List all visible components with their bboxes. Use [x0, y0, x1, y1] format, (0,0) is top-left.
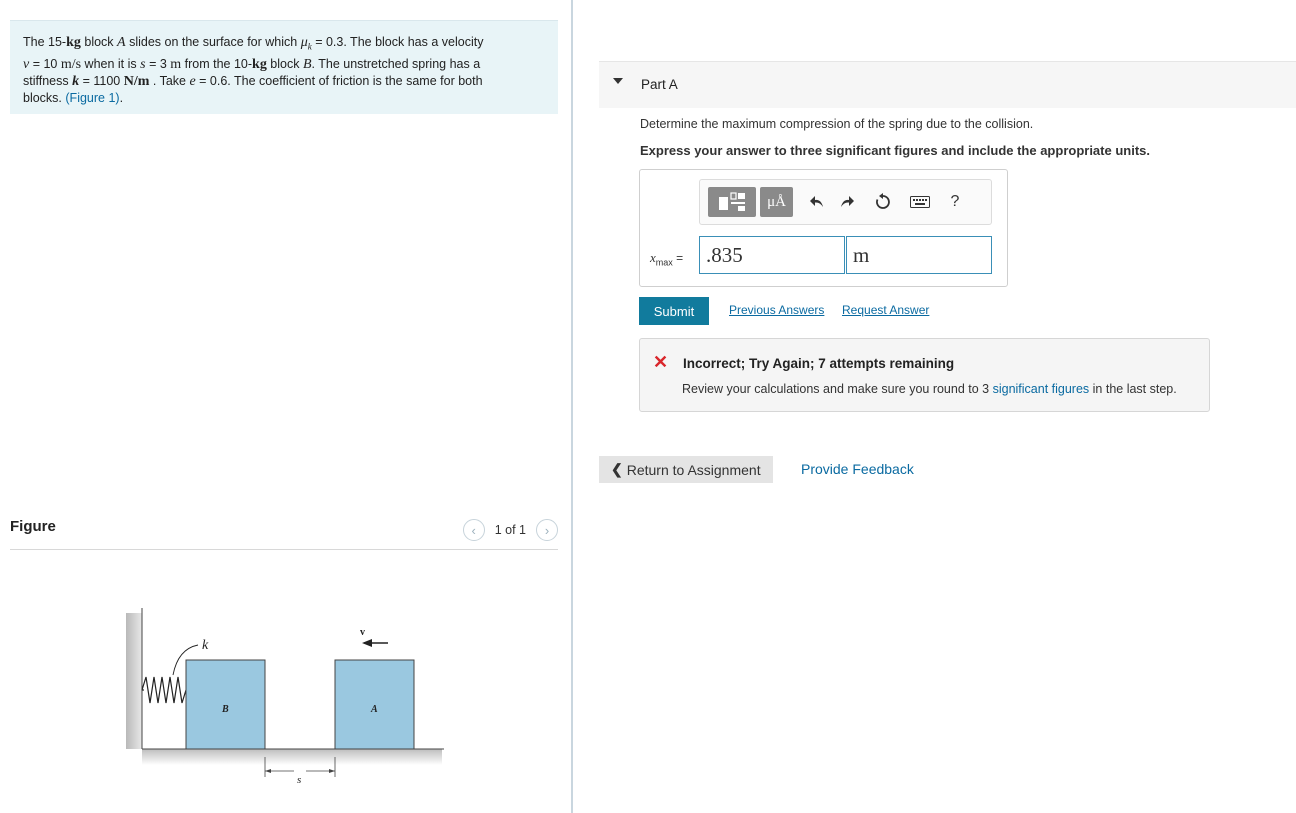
- problem-text: when it is: [81, 56, 141, 71]
- answer-value-input[interactable]: .835: [699, 236, 845, 274]
- figure-diagram: k B A v s: [126, 605, 446, 795]
- units-button[interactable]: μÅ: [760, 187, 793, 217]
- problem-text: = 0.6. The coefficient of friction is th…: [195, 73, 483, 88]
- help-icon: ?: [950, 193, 960, 210]
- label-v: v: [360, 627, 365, 638]
- question-text: Determine the maximum compression of the…: [640, 117, 1034, 131]
- problem-text: .: [119, 90, 124, 105]
- figure-count: 1 of 1: [494, 523, 526, 537]
- problem-text: . Take: [149, 73, 190, 88]
- feedback-text: in the last step.: [1089, 382, 1177, 396]
- label-s: s: [297, 774, 301, 786]
- chevron-right-icon: ›: [544, 522, 550, 538]
- redo-icon[interactable]: [836, 190, 858, 214]
- problem-text: = 10: [29, 56, 61, 71]
- instruction-text: Express your answer to three significant…: [640, 143, 1150, 158]
- problem-text: slides on the surface for which: [125, 35, 301, 49]
- caret-down-icon: [613, 78, 623, 84]
- var-mu: μ: [300, 35, 308, 50]
- problem-text: = 3: [145, 56, 171, 71]
- collision-diagram: k B A v s: [126, 608, 444, 786]
- problem-text: . The unstretched spring has a: [311, 56, 481, 71]
- part-a-label: Part A: [641, 77, 678, 92]
- reset-icon[interactable]: [872, 190, 894, 214]
- significant-figures-link[interactable]: significant figures: [993, 382, 1090, 396]
- equals-sign: =: [672, 251, 684, 265]
- units-label: μÅ: [767, 193, 786, 210]
- figure-link[interactable]: (Figure 1): [65, 91, 119, 105]
- previous-answers-link[interactable]: Previous Answers: [729, 303, 824, 317]
- feedback-box: ✕ Incorrect; Try Again; 7 attempts remai…: [639, 338, 1210, 412]
- problem-text: blocks.: [23, 90, 66, 105]
- help-button[interactable]: ?: [944, 190, 966, 214]
- problem-text: block: [266, 56, 303, 71]
- feedback-message: Review your calculations and make sure y…: [682, 382, 1177, 396]
- templates-button[interactable]: [708, 187, 756, 217]
- unit-kg: kg: [66, 35, 81, 50]
- answer-box: μÅ ? xmax = .835 m: [639, 169, 1008, 287]
- next-figure-button[interactable]: ›: [536, 519, 558, 541]
- problem-text: The 15-: [23, 35, 67, 49]
- undo-icon[interactable]: [806, 190, 828, 214]
- left-panel: The 15-kg block A slides on the surface …: [0, 0, 572, 813]
- figure-pager: ‹ 1 of 1 ›: [462, 519, 558, 541]
- part-a-header[interactable]: Part A: [599, 61, 1296, 108]
- wall: [126, 613, 142, 749]
- figure-title: Figure: [10, 518, 56, 535]
- answer-variable: xmax =: [650, 250, 683, 267]
- var-x-sub: max: [655, 257, 673, 268]
- math-toolbar: μÅ ?: [699, 179, 992, 225]
- problem-statement: The 15-kg block A slides on the surface …: [10, 20, 558, 114]
- problem-text: block: [80, 35, 118, 49]
- unit-kg: kg: [252, 56, 267, 72]
- var-a: A: [117, 35, 126, 50]
- unit-m: m: [170, 56, 182, 72]
- problem-text: = 1100: [79, 73, 124, 88]
- label-b: B: [221, 704, 229, 715]
- spring: [141, 676, 187, 704]
- panel-divider[interactable]: [571, 0, 573, 813]
- var-b: B: [302, 56, 312, 72]
- label-k: k: [202, 638, 209, 653]
- floor: [142, 749, 442, 765]
- request-answer-link[interactable]: Request Answer: [842, 303, 929, 317]
- template-icon: [719, 192, 745, 211]
- problem-text: stiffness: [23, 73, 73, 88]
- problem-text: from the 10-: [181, 56, 253, 71]
- feedback-text: Review your calculations and make sure y…: [682, 382, 993, 396]
- provide-feedback-link[interactable]: Provide Feedback: [801, 461, 914, 477]
- submit-button[interactable]: Submit: [639, 297, 709, 325]
- return-to-assignment-button[interactable]: ❮ Return to Assignment: [599, 456, 773, 483]
- answer-unit-input[interactable]: m: [846, 236, 992, 274]
- unit-nm: N/m: [123, 73, 150, 89]
- figure-header: Figure ‹ 1 of 1 ›: [10, 515, 558, 550]
- feedback-title: Incorrect; Try Again; 7 attempts remaini…: [683, 356, 955, 371]
- chevron-left-icon: ‹: [471, 522, 476, 538]
- prev-figure-button[interactable]: ‹: [462, 519, 485, 541]
- label-a: A: [370, 704, 378, 715]
- chevron-left-icon: ❮: [611, 461, 623, 477]
- unit-ms: m/s: [60, 56, 82, 72]
- problem-text: = 0.3. The block has a velocity: [311, 35, 484, 49]
- return-label: Return to Assignment: [626, 461, 761, 478]
- incorrect-icon: ✕: [653, 352, 669, 372]
- keyboard-icon[interactable]: [909, 190, 931, 214]
